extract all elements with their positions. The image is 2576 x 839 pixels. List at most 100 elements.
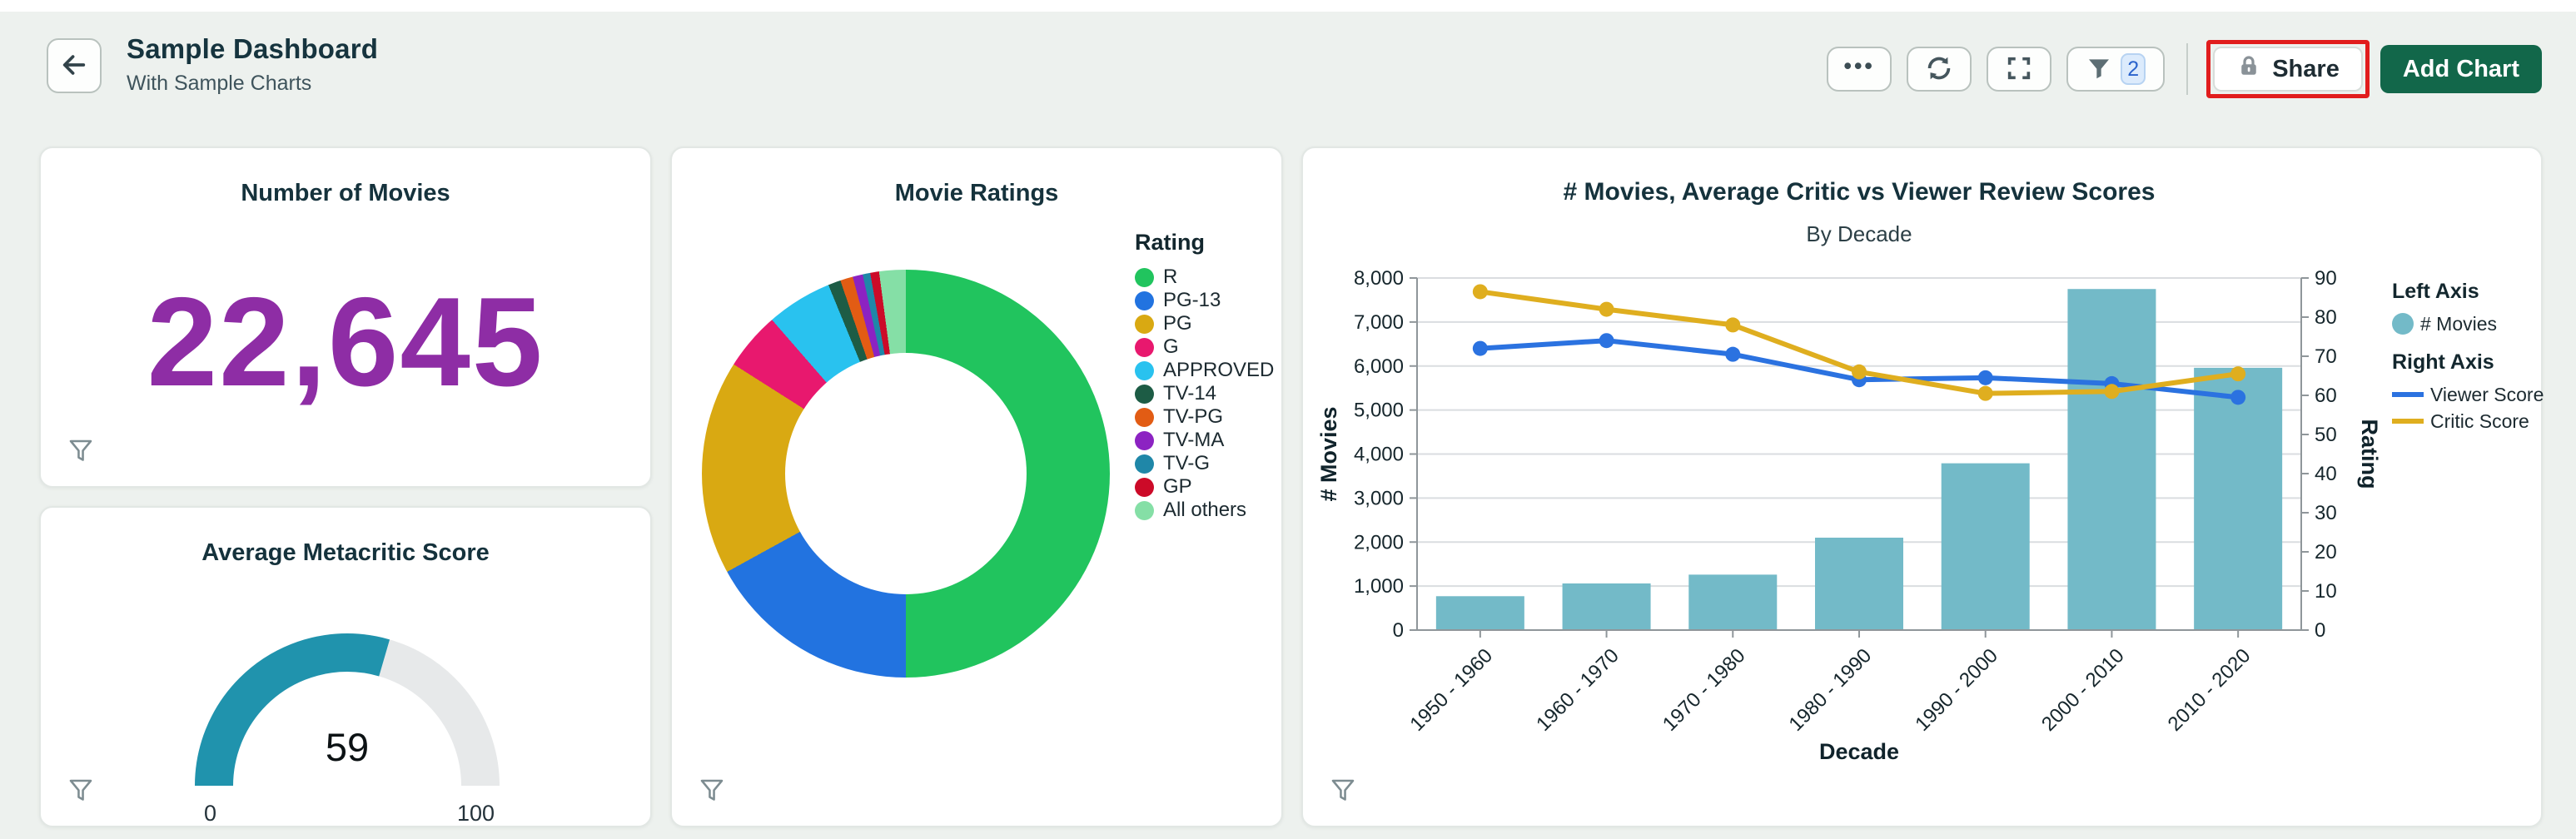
svg-text:20: 20 (2315, 541, 2337, 563)
card-filter-button[interactable] (64, 434, 97, 468)
gauge-min-label: 0 (204, 801, 216, 827)
card-filter-button[interactable] (64, 774, 97, 807)
bar-1960 - 1970[interactable] (1563, 583, 1651, 630)
card-title: Movie Ratings (672, 180, 1281, 207)
more-options-icon: ••• (1844, 55, 1875, 77)
legend-right-axis-header: Right Axis (2392, 350, 2542, 375)
svg-text:90: 90 (2315, 267, 2337, 290)
data-point[interactable] (1599, 302, 1614, 317)
gauge-value: 59 (41, 724, 654, 770)
refresh-button[interactable] (1907, 47, 1972, 92)
legend-item-movies: # Movies (2392, 310, 2542, 337)
svg-text:50: 50 (2315, 424, 2337, 446)
page-subtitle: With Sample Charts (127, 72, 378, 96)
funnel-outline-icon (71, 781, 91, 800)
gauge-chart[interactable]: 59 0 100 (41, 564, 654, 831)
card-filter-button[interactable] (695, 774, 729, 807)
legend-label: TV-MA (1163, 429, 1224, 452)
svg-text:1970 - 1980: 1970 - 1980 (1658, 644, 1750, 736)
combo-chart-svg[interactable]: 01,0002,0003,0004,0005,0006,0007,0008,00… (1303, 248, 2385, 811)
back-button[interactable] (47, 38, 102, 93)
legend-swatch (1135, 501, 1154, 520)
add-chart-button[interactable]: Add Chart (2380, 45, 2542, 93)
card-movie-ratings: Movie Ratings Rating RPG-13PGGAPPROVEDTV… (670, 146, 1283, 827)
svg-text:2000 - 2010: 2000 - 2010 (2037, 644, 2129, 736)
legend-label: TV-14 (1163, 382, 1216, 405)
more-options-button[interactable]: ••• (1827, 47, 1892, 92)
svg-text:7,000: 7,000 (1354, 311, 1404, 334)
data-point[interactable] (1852, 365, 1867, 380)
fullscreen-icon (2005, 54, 2033, 85)
legend-left-axis-header: Left Axis (2392, 280, 2542, 304)
movie-ratings-donut-chart[interactable] (702, 270, 1110, 678)
legend-label: PG (1163, 312, 1192, 335)
card-number-of-movies: Number of Movies 22,645 (39, 146, 652, 488)
svg-text:60: 60 (2315, 385, 2337, 407)
data-point[interactable] (1978, 370, 1993, 385)
svg-text:0: 0 (1393, 619, 1404, 642)
bar-2010 - 2020[interactable] (2194, 368, 2282, 630)
svg-text:8,000: 8,000 (1354, 267, 1404, 290)
legend-label: # Movies (2420, 313, 2497, 335)
gauge-max-label: 100 (457, 801, 495, 827)
legend-item-viewer-score: Viewer Score (2392, 381, 2542, 408)
legend-label: Viewer Score (2430, 384, 2544, 406)
ratings-legend-items: RPG-13PGGAPPROVEDTV-14TV-PGTV-MATV-GGPAl… (1135, 266, 1276, 522)
legend-swatch (1135, 431, 1154, 450)
legend-item: R (1135, 266, 1276, 289)
data-point[interactable] (1725, 347, 1740, 362)
bar-1980 - 1990[interactable] (1815, 538, 1903, 630)
legend-label: GP (1163, 475, 1192, 499)
bar-2000 - 2010[interactable] (2067, 289, 2156, 630)
data-point[interactable] (1599, 333, 1614, 348)
data-point[interactable] (1473, 341, 1488, 356)
svg-text:1960 - 1970: 1960 - 1970 (1532, 644, 1624, 736)
svg-text:10: 10 (2315, 580, 2337, 603)
bar-1950 - 1960[interactable] (1436, 596, 1524, 630)
card-average-metacritic-score: Average Metacritic Score 59 0 100 (39, 506, 652, 827)
page-title: Sample Dashboard (127, 33, 378, 65)
combo-chart-subtitle: By Decade (1303, 221, 2415, 247)
data-point[interactable] (1473, 284, 1488, 299)
legend-label: PG-13 (1163, 289, 1221, 312)
share-button[interactable]: Share (2213, 47, 2363, 92)
card-filter-button[interactable] (1326, 774, 1360, 807)
share-button-label: Share (2272, 56, 2340, 83)
movies-dot-swatch (2392, 313, 2414, 335)
svg-text:1980 - 1990: 1980 - 1990 (1785, 644, 1877, 736)
bar-1990 - 2000[interactable] (1942, 464, 2030, 630)
svg-text:Decade: Decade (1819, 739, 1899, 764)
dashboard-filter-button[interactable]: 2 (2066, 47, 2165, 92)
viewer-score-line-swatch (2392, 392, 2424, 397)
legend-swatch (1135, 454, 1154, 474)
svg-text:6,000: 6,000 (1354, 355, 1404, 378)
data-point[interactable] (2230, 366, 2245, 381)
legend-item: TV-14 (1135, 382, 1276, 405)
legend-swatch (1135, 268, 1154, 287)
legend-label: G (1163, 335, 1179, 359)
refresh-icon (1924, 53, 1954, 86)
legend-item: GP (1135, 475, 1276, 499)
legend-item: All others (1135, 499, 1276, 522)
svg-text:80: 80 (2315, 306, 2337, 329)
data-point[interactable] (2230, 390, 2245, 405)
share-highlight-annotation: Share (2206, 40, 2370, 98)
top-strip (0, 0, 2576, 12)
funnel-outline-icon (702, 781, 722, 800)
svg-text:Rating: Rating (2357, 420, 2382, 489)
legend-swatch (1135, 361, 1154, 380)
data-point[interactable] (1725, 317, 1740, 332)
svg-text:40: 40 (2315, 463, 2337, 485)
data-point[interactable] (1978, 386, 1993, 401)
donut-hole (785, 353, 1027, 594)
bar-1970 - 1980[interactable] (1688, 574, 1777, 630)
ratings-legend: Rating RPG-13PGGAPPROVEDTV-14TV-PGTV-MAT… (1135, 230, 1276, 522)
svg-text:3,000: 3,000 (1354, 487, 1404, 509)
lock-icon (2236, 52, 2261, 86)
add-chart-label: Add Chart (2403, 56, 2519, 83)
data-point[interactable] (2104, 384, 2119, 399)
combo-legend: Left Axis # Movies Right Axis Viewer Sco… (2392, 280, 2542, 434)
svg-text:4,000: 4,000 (1354, 444, 1404, 466)
fullscreen-button[interactable] (1987, 47, 2051, 92)
funnel-outline-icon (1333, 781, 1353, 800)
